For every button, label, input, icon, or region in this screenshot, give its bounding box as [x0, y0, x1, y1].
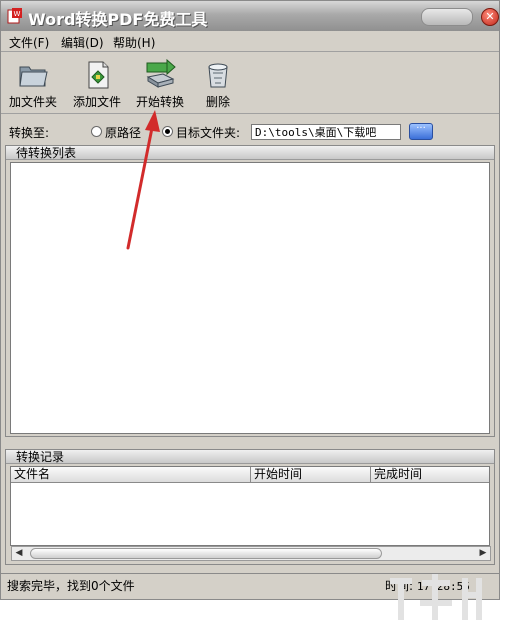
- menu-edit[interactable]: 编辑(D): [61, 34, 104, 51]
- start-convert-button[interactable]: 开始转换: [133, 55, 187, 113]
- original-path-radio[interactable]: [91, 126, 102, 137]
- time-value: 17:28:55: [416, 580, 470, 593]
- column-header-filename[interactable]: 文件名: [11, 467, 251, 483]
- delete-label: 删除: [205, 95, 230, 109]
- convert-icon: [146, 59, 176, 88]
- column-header-start-time[interactable]: 开始时间: [251, 467, 371, 483]
- svg-text:W: W: [14, 10, 21, 18]
- target-folder-input[interactable]: D:\tools\桌面\下载吧: [251, 124, 401, 140]
- window-title: Word转换PDF免费工具: [28, 10, 208, 29]
- start-convert-label: 开始转换: [135, 95, 184, 109]
- app-window: W Word转换PDF免费工具 ✕ 文件(F) 编辑(D) 帮助(H) 加文件夹…: [0, 0, 500, 600]
- browse-folder-button[interactable]: ···: [409, 123, 433, 140]
- scroll-right-arrow-icon[interactable]: ▶: [476, 547, 490, 560]
- menu-help[interactable]: 帮助(H): [113, 34, 155, 51]
- target-folder-radio[interactable]: [162, 126, 173, 137]
- menu-bar: 文件(F) 编辑(D) 帮助(H): [1, 31, 499, 52]
- scroll-left-arrow-icon[interactable]: ◀: [12, 547, 26, 560]
- add-folder-label: 加文件夹: [8, 95, 57, 109]
- column-header-end-time[interactable]: 完成时间: [371, 467, 489, 483]
- close-button[interactable]: ✕: [481, 8, 499, 26]
- add-file-button[interactable]: 添加文件: [71, 55, 123, 113]
- menu-file[interactable]: 文件(F): [9, 34, 49, 51]
- title-bar-decoration: [421, 8, 473, 26]
- records-table[interactable]: 文件名 开始时间 完成时间: [10, 466, 490, 546]
- add-folder-button[interactable]: 加文件夹: [7, 55, 59, 113]
- toolbar: 加文件夹 添加文件 开始转换 删除: [1, 53, 499, 114]
- pending-file-list[interactable]: [10, 162, 490, 434]
- word-pdf-app-icon: W: [7, 8, 22, 24]
- status-bar: 搜索完毕，找到0个文件 时间: 17:28:55: [1, 573, 499, 594]
- recycle-bin-icon: [208, 63, 228, 88]
- file-icon: [88, 61, 109, 89]
- pending-list-panel: 待转换列表: [5, 145, 495, 437]
- add-file-label: 添加文件: [72, 95, 121, 109]
- records-horizontal-scrollbar[interactable]: ◀ ▶: [11, 546, 491, 561]
- title-bar[interactable]: W Word转换PDF免费工具 ✕: [1, 1, 499, 31]
- time-label: 时间:: [385, 579, 414, 593]
- status-clock: 时间: 17:28:55: [385, 577, 470, 594]
- folder-icon: [19, 66, 48, 87]
- status-message: 搜索完毕，找到0个文件: [7, 579, 135, 593]
- delete-button[interactable]: 删除: [201, 55, 235, 113]
- convert-destination-row: 转换至: 原路径 目标文件夹: D:\tools\桌面\下载吧 ···: [1, 119, 499, 145]
- pending-list-title: 待转换列表: [6, 146, 494, 160]
- records-title: 转换记录: [6, 450, 494, 464]
- convert-to-label: 转换至:: [9, 126, 50, 140]
- original-path-label[interactable]: 原路径: [105, 124, 141, 141]
- scrollbar-thumb[interactable]: [30, 548, 382, 559]
- target-folder-label[interactable]: 目标文件夹:: [176, 124, 240, 141]
